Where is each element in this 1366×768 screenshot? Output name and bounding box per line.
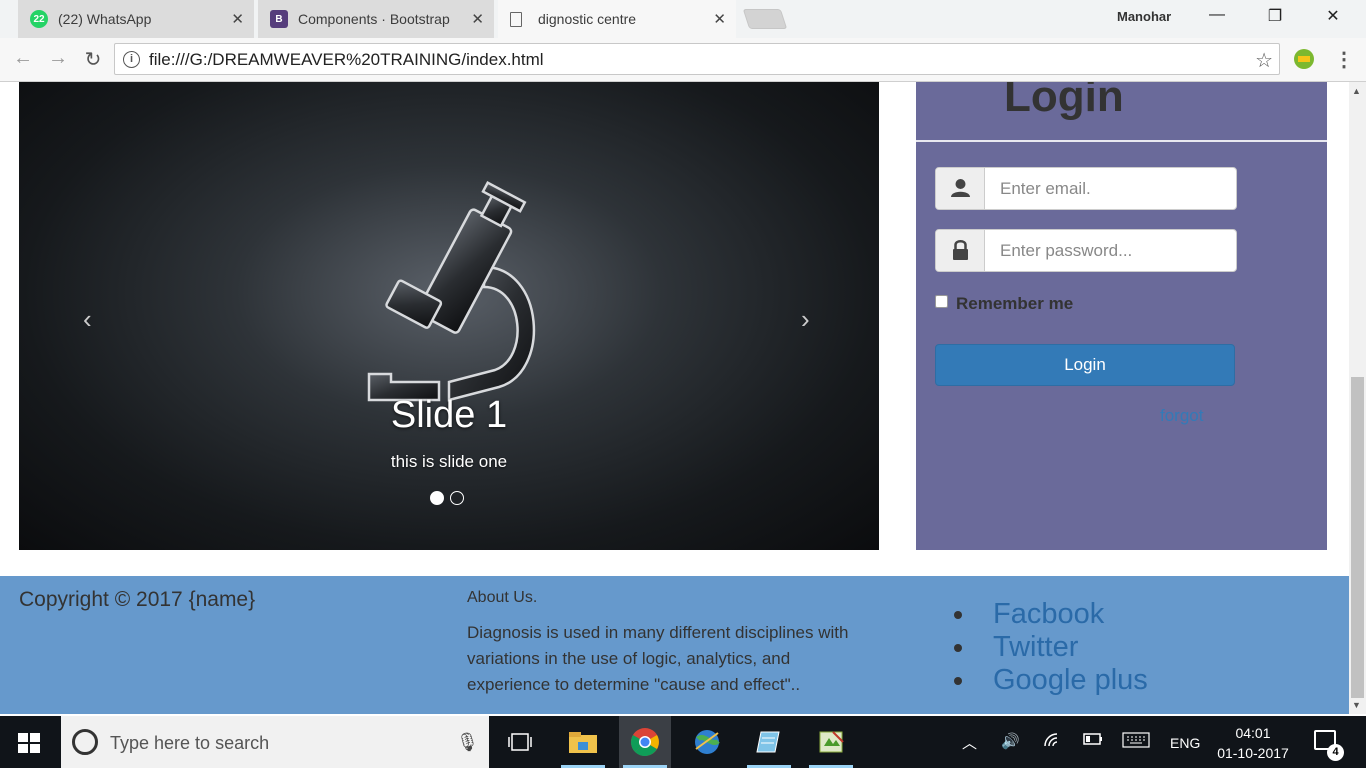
slide-caption: this is slide one — [390, 452, 508, 471]
notepad-icon[interactable] — [743, 716, 795, 768]
about-text: Diagnosis is used in many different disc… — [467, 623, 849, 694]
login-button[interactable]: Login — [935, 344, 1235, 386]
microphone-icon[interactable]: 🎙 — [456, 732, 479, 753]
clock-time: 04:01 — [1235, 725, 1271, 741]
dreamweaver-icon[interactable] — [805, 716, 857, 768]
tab-bootstrap[interactable]: B Components · Bootstrap ✕ — [258, 0, 494, 38]
cortana-icon[interactable] — [72, 729, 98, 755]
close-tab-icon[interactable]: ✕ — [231, 10, 244, 28]
carousel-indicator-1[interactable] — [430, 491, 444, 505]
address-bar[interactable]: i file:///G:/DREAMWEAVER%20TRAINING/inde… — [114, 43, 1280, 75]
chrome-menu-icon[interactable]: ⋮ — [1334, 47, 1354, 72]
new-tab-button[interactable] — [742, 9, 788, 29]
facebook-link[interactable]: Facbook — [993, 598, 1104, 631]
login-panel: Login Remember me Login forgot — [916, 82, 1327, 550]
file-explorer-icon[interactable] — [557, 716, 609, 768]
network-icon[interactable] — [1043, 732, 1061, 752]
bullet-icon — [954, 643, 962, 652]
remember-me: Remember me — [935, 294, 1073, 314]
bookmark-star-icon[interactable]: ☆ — [1255, 48, 1273, 73]
windows-start-icon[interactable] — [18, 733, 40, 753]
tab-dignostic-centre[interactable]: dignostic centre ✕ — [498, 0, 736, 38]
back-arrow-icon[interactable]: ← — [10, 47, 36, 70]
tab-title: dignostic centre — [538, 11, 637, 27]
clock-date: 01-10-2017 — [1217, 745, 1289, 761]
profile-name[interactable]: Manohar — [1117, 9, 1171, 24]
battery-icon[interactable] — [1083, 732, 1103, 750]
page-icon — [510, 11, 522, 27]
close-window-icon[interactable]: ✕ — [1318, 6, 1348, 26]
show-hidden-icons[interactable]: ︿ — [962, 732, 977, 753]
close-tab-icon[interactable]: ✕ — [471, 10, 484, 28]
password-field[interactable] — [986, 230, 1234, 271]
carousel-prev-arrow[interactable]: ‹ — [83, 304, 92, 335]
scrollbar-thumb[interactable] — [1351, 377, 1364, 698]
forgot-link[interactable]: forgot — [1160, 406, 1203, 426]
reload-icon[interactable]: ↻ — [80, 47, 106, 72]
social-links: Facbook Twitter Google plus — [954, 598, 1148, 697]
chrome-icon[interactable] — [619, 716, 671, 768]
google-plus-link[interactable]: Google plus — [993, 664, 1148, 697]
page-viewport: ‹ › Slide 1 this is slide one Login Reme… — [0, 82, 1349, 714]
slide-title: Slide 1 — [390, 394, 508, 436]
bullet-icon — [954, 610, 962, 619]
social-item: Twitter — [954, 631, 1148, 664]
whatsapp-icon: 22 — [30, 10, 48, 28]
extension-icon[interactable] — [1294, 49, 1314, 69]
divider — [916, 140, 1327, 142]
page-scrollbar[interactable]: ▲ ▼ — [1349, 82, 1366, 714]
page-footer: Copyright © 2017 {name} About Us. Diagno… — [0, 576, 1349, 714]
app-globe-icon[interactable] — [681, 716, 733, 768]
minimize-icon[interactable]: — — [1202, 6, 1232, 24]
bullet-icon — [954, 676, 962, 685]
carousel-indicator-2[interactable] — [450, 491, 464, 505]
notification-badge: 4 — [1327, 744, 1344, 761]
password-input-group — [935, 229, 1237, 272]
taskbar-search[interactable]: Type here to search 🎙 — [61, 716, 489, 768]
tab-title: Components · Bootstrap — [298, 11, 450, 27]
about-heading: About Us. — [467, 589, 538, 606]
scroll-up-icon[interactable]: ▲ — [1352, 86, 1361, 96]
user-icon — [936, 168, 985, 209]
task-view-icon[interactable] — [494, 716, 546, 768]
forward-arrow-icon[interactable]: → — [45, 47, 71, 70]
copyright-text: Copyright © 2017 {name} — [19, 588, 256, 611]
browser-tab-strip: 22 (22) WhatsApp ✕ B Components · Bootst… — [0, 0, 1366, 38]
carousel-indicators — [430, 491, 464, 505]
keyboard-icon[interactable] — [1122, 732, 1150, 752]
restore-icon[interactable]: ❐ — [1260, 6, 1290, 26]
browser-toolbar: ← → ↻ i file:///G:/DREAMWEAVER%20TRAININ… — [0, 38, 1366, 82]
social-item: Facbook — [954, 598, 1148, 631]
scroll-down-icon[interactable]: ▼ — [1352, 700, 1361, 710]
email-input-group — [935, 167, 1237, 210]
search-placeholder[interactable]: Type here to search — [110, 733, 269, 754]
email-field[interactable] — [986, 168, 1234, 209]
windows-taskbar: Type here to search 🎙 ︿ 🔊 ENG 04:01 01-1… — [0, 716, 1366, 768]
remember-me-checkbox[interactable] — [935, 294, 948, 308]
address-url[interactable]: file:///G:/DREAMWEAVER%20TRAINING/index.… — [149, 50, 544, 70]
info-icon[interactable]: i — [123, 51, 140, 68]
remember-me-label[interactable]: Remember me — [956, 294, 1073, 314]
carousel-next-arrow[interactable]: › — [801, 304, 810, 335]
tab-title: (22) WhatsApp — [58, 11, 152, 27]
system-clock[interactable]: 04:01 01-10-2017 — [1213, 723, 1293, 763]
lock-icon — [936, 230, 985, 271]
bootstrap-icon: B — [270, 10, 288, 28]
microscope-image — [367, 180, 536, 402]
social-item: Google plus — [954, 664, 1148, 697]
volume-icon[interactable]: 🔊 — [1001, 732, 1020, 750]
twitter-link[interactable]: Twitter — [993, 631, 1078, 664]
image-carousel: ‹ › Slide 1 this is slide one — [19, 82, 879, 550]
language-indicator[interactable]: ENG — [1170, 735, 1200, 751]
tab-whatsapp[interactable]: 22 (22) WhatsApp ✕ — [18, 0, 254, 38]
close-tab-icon[interactable]: ✕ — [713, 10, 726, 28]
login-heading: Login — [1004, 82, 1124, 121]
